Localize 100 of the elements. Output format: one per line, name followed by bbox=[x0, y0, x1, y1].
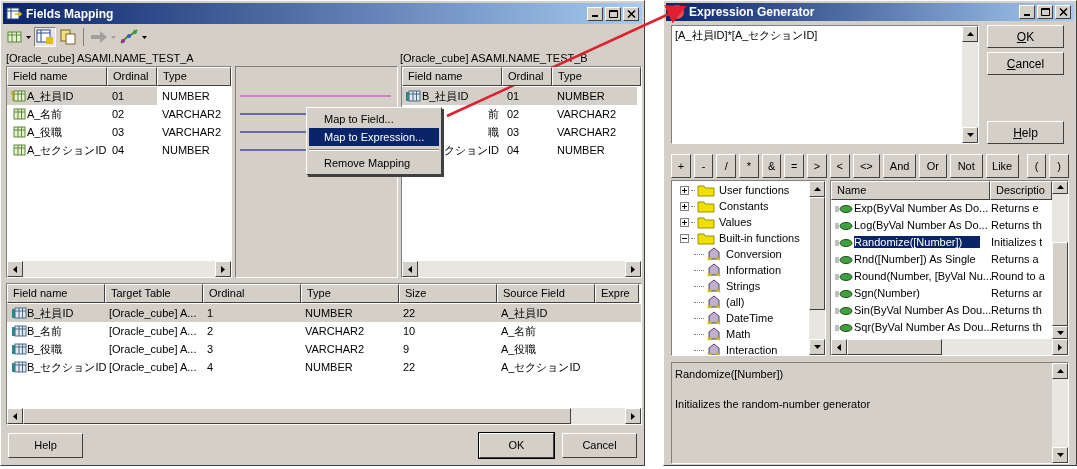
dialog-button[interactable]: OK bbox=[479, 433, 554, 458]
tree-item[interactable]: DateTime bbox=[724, 309, 774, 327]
scrollbar-thumb[interactable] bbox=[847, 339, 942, 355]
dropdown-caret-icon[interactable] bbox=[142, 35, 147, 39]
vertical-scrollbar[interactable] bbox=[1052, 363, 1068, 463]
scroll-left-button[interactable] bbox=[402, 261, 418, 277]
operator-button[interactable]: Or bbox=[919, 154, 947, 178]
column-header[interactable]: Ordinal bbox=[107, 67, 157, 86]
column-header[interactable]: Descriptio bbox=[990, 181, 1052, 200]
operator-button[interactable]: < bbox=[829, 154, 850, 178]
column-header[interactable]: Ordinal bbox=[203, 284, 301, 303]
horizontal-scrollbar[interactable] bbox=[7, 261, 231, 277]
function-item[interactable]: Exp(ByVal Number As Do... bbox=[853, 200, 988, 217]
scrollbar-thumb[interactable] bbox=[1052, 241, 1068, 327]
dialog-button[interactable]: Help bbox=[987, 121, 1064, 144]
column-header[interactable]: Type bbox=[301, 284, 399, 303]
operator-button[interactable]: = bbox=[784, 154, 805, 178]
table-row[interactable]: B_社員ID 01 NUMBER bbox=[402, 87, 637, 105]
copy-table-icon[interactable] bbox=[59, 29, 77, 45]
column-header[interactable]: Name bbox=[831, 181, 990, 200]
operator-button[interactable]: > bbox=[807, 154, 827, 178]
scroll-left-button[interactable] bbox=[831, 339, 847, 355]
expand-toggle[interactable] bbox=[680, 233, 689, 243]
expand-toggle[interactable] bbox=[680, 185, 689, 195]
horizontal-scrollbar[interactable] bbox=[831, 339, 1068, 355]
scroll-up-button[interactable] bbox=[1052, 363, 1068, 379]
tree-item[interactable]: (all) bbox=[724, 293, 745, 311]
function-item[interactable]: Sgn(Number) bbox=[853, 285, 988, 302]
close-button[interactable] bbox=[623, 6, 639, 21]
links-icon[interactable] bbox=[119, 29, 139, 45]
scroll-left-button[interactable] bbox=[7, 408, 23, 424]
column-header[interactable]: Size bbox=[399, 284, 497, 303]
scroll-down-button[interactable] bbox=[1052, 326, 1068, 339]
function-item[interactable]: Rnd([Number]) As Single bbox=[853, 251, 988, 268]
table-cell-text: 01 bbox=[506, 88, 521, 104]
tree-item[interactable]: Math bbox=[724, 325, 751, 343]
tree-item[interactable]: Interaction bbox=[724, 341, 778, 355]
table-row[interactable]: B_役職 [Oracle_cube] A... 3 VARCHAR2 9 A_役職 bbox=[7, 340, 641, 358]
tree-item[interactable]: Built-in functions bbox=[717, 229, 800, 247]
vertical-scrollbar[interactable] bbox=[809, 181, 825, 355]
tree-item[interactable]: Constants bbox=[717, 197, 769, 215]
horizontal-scrollbar[interactable] bbox=[402, 261, 641, 277]
maximize-button[interactable] bbox=[1037, 5, 1053, 19]
minimize-button[interactable] bbox=[587, 6, 603, 21]
scroll-right-button[interactable] bbox=[625, 408, 641, 424]
table-row[interactable]: B_名前 [Oracle_cube] A... 2 VARCHAR2 10 A_名前 bbox=[7, 322, 641, 340]
column-header[interactable]: Field name bbox=[7, 284, 105, 303]
operator-button[interactable]: <> bbox=[852, 154, 881, 178]
table-cell-text: 03 bbox=[111, 124, 126, 140]
dropdown-caret-icon[interactable] bbox=[26, 35, 31, 39]
operator-button[interactable]: / bbox=[716, 154, 737, 178]
scroll-right-button[interactable] bbox=[215, 261, 231, 277]
operator-button[interactable]: ( bbox=[1026, 154, 1047, 178]
expand-toggle[interactable] bbox=[680, 217, 689, 227]
minimize-button[interactable] bbox=[1019, 5, 1035, 19]
column-header[interactable]: Type bbox=[157, 67, 231, 86]
tree-item[interactable]: Conversion bbox=[724, 245, 782, 263]
scroll-right-button[interactable] bbox=[625, 261, 641, 277]
scroll-left-button[interactable] bbox=[7, 261, 23, 277]
column-header[interactable]: Field name bbox=[7, 67, 107, 86]
column-header[interactable]: Type bbox=[552, 67, 641, 86]
scroll-up-button[interactable] bbox=[809, 181, 825, 197]
toolbar-toggle[interactable] bbox=[34, 27, 56, 47]
operator-button[interactable]: + bbox=[671, 154, 691, 178]
close-button[interactable] bbox=[1055, 5, 1071, 19]
maximize-button[interactable] bbox=[605, 6, 621, 21]
operator-button[interactable]: Not bbox=[949, 154, 983, 178]
tree-item[interactable]: Strings bbox=[724, 277, 761, 295]
expand-toggle[interactable] bbox=[680, 201, 689, 211]
column-header[interactable]: Field name bbox=[402, 67, 502, 86]
tree-item[interactable]: Information bbox=[724, 261, 782, 279]
vertical-scrollbar[interactable] bbox=[1052, 181, 1068, 339]
dialog-button[interactable]: Help bbox=[8, 433, 83, 458]
operator-button[interactable]: & bbox=[761, 154, 782, 178]
table-cell-text: 22 bbox=[403, 359, 416, 375]
operator-button[interactable]: And bbox=[883, 154, 917, 178]
column-header[interactable]: Target Table bbox=[105, 284, 203, 303]
operator-button[interactable]: * bbox=[739, 154, 759, 178]
function-item[interactable]: Log(ByVal Number As Do... bbox=[853, 217, 988, 234]
table-row[interactable]: B_セクションID [Oracle_cube] A... 4 NUMBER 22 A_セクションID bbox=[7, 358, 641, 376]
column-header[interactable]: Expre bbox=[595, 284, 639, 303]
left-arrow-icon bbox=[408, 265, 412, 273]
dialog-button[interactable]: Cancel bbox=[987, 52, 1064, 75]
dialog-button[interactable]: Cancel bbox=[562, 433, 637, 458]
operator-button[interactable]: ) bbox=[1049, 154, 1069, 178]
scrollbar-thumb[interactable] bbox=[809, 197, 825, 310]
column-header[interactable]: Ordinal bbox=[502, 67, 552, 86]
tree-item[interactable]: Values bbox=[717, 213, 752, 231]
scroll-down-button[interactable] bbox=[809, 339, 825, 355]
operator-button[interactable]: Like bbox=[985, 154, 1019, 178]
dialog-button[interactable]: OK bbox=[987, 25, 1064, 48]
table-row[interactable]: B_社員ID [Oracle_cube] A... 1 NUMBER 22 A_社員ID bbox=[7, 304, 641, 322]
column-header[interactable]: Source Field bbox=[497, 284, 595, 303]
scroll-up-button[interactable] bbox=[1052, 181, 1068, 194]
scroll-down-button[interactable] bbox=[1052, 447, 1068, 463]
operator-button[interactable]: - bbox=[693, 154, 714, 178]
tree-item[interactable]: User functions bbox=[717, 181, 790, 199]
scroll-right-button[interactable] bbox=[1052, 339, 1068, 355]
menu-item[interactable]: Map to Expression... bbox=[309, 128, 439, 146]
table-cell-text: 03 bbox=[506, 124, 521, 140]
